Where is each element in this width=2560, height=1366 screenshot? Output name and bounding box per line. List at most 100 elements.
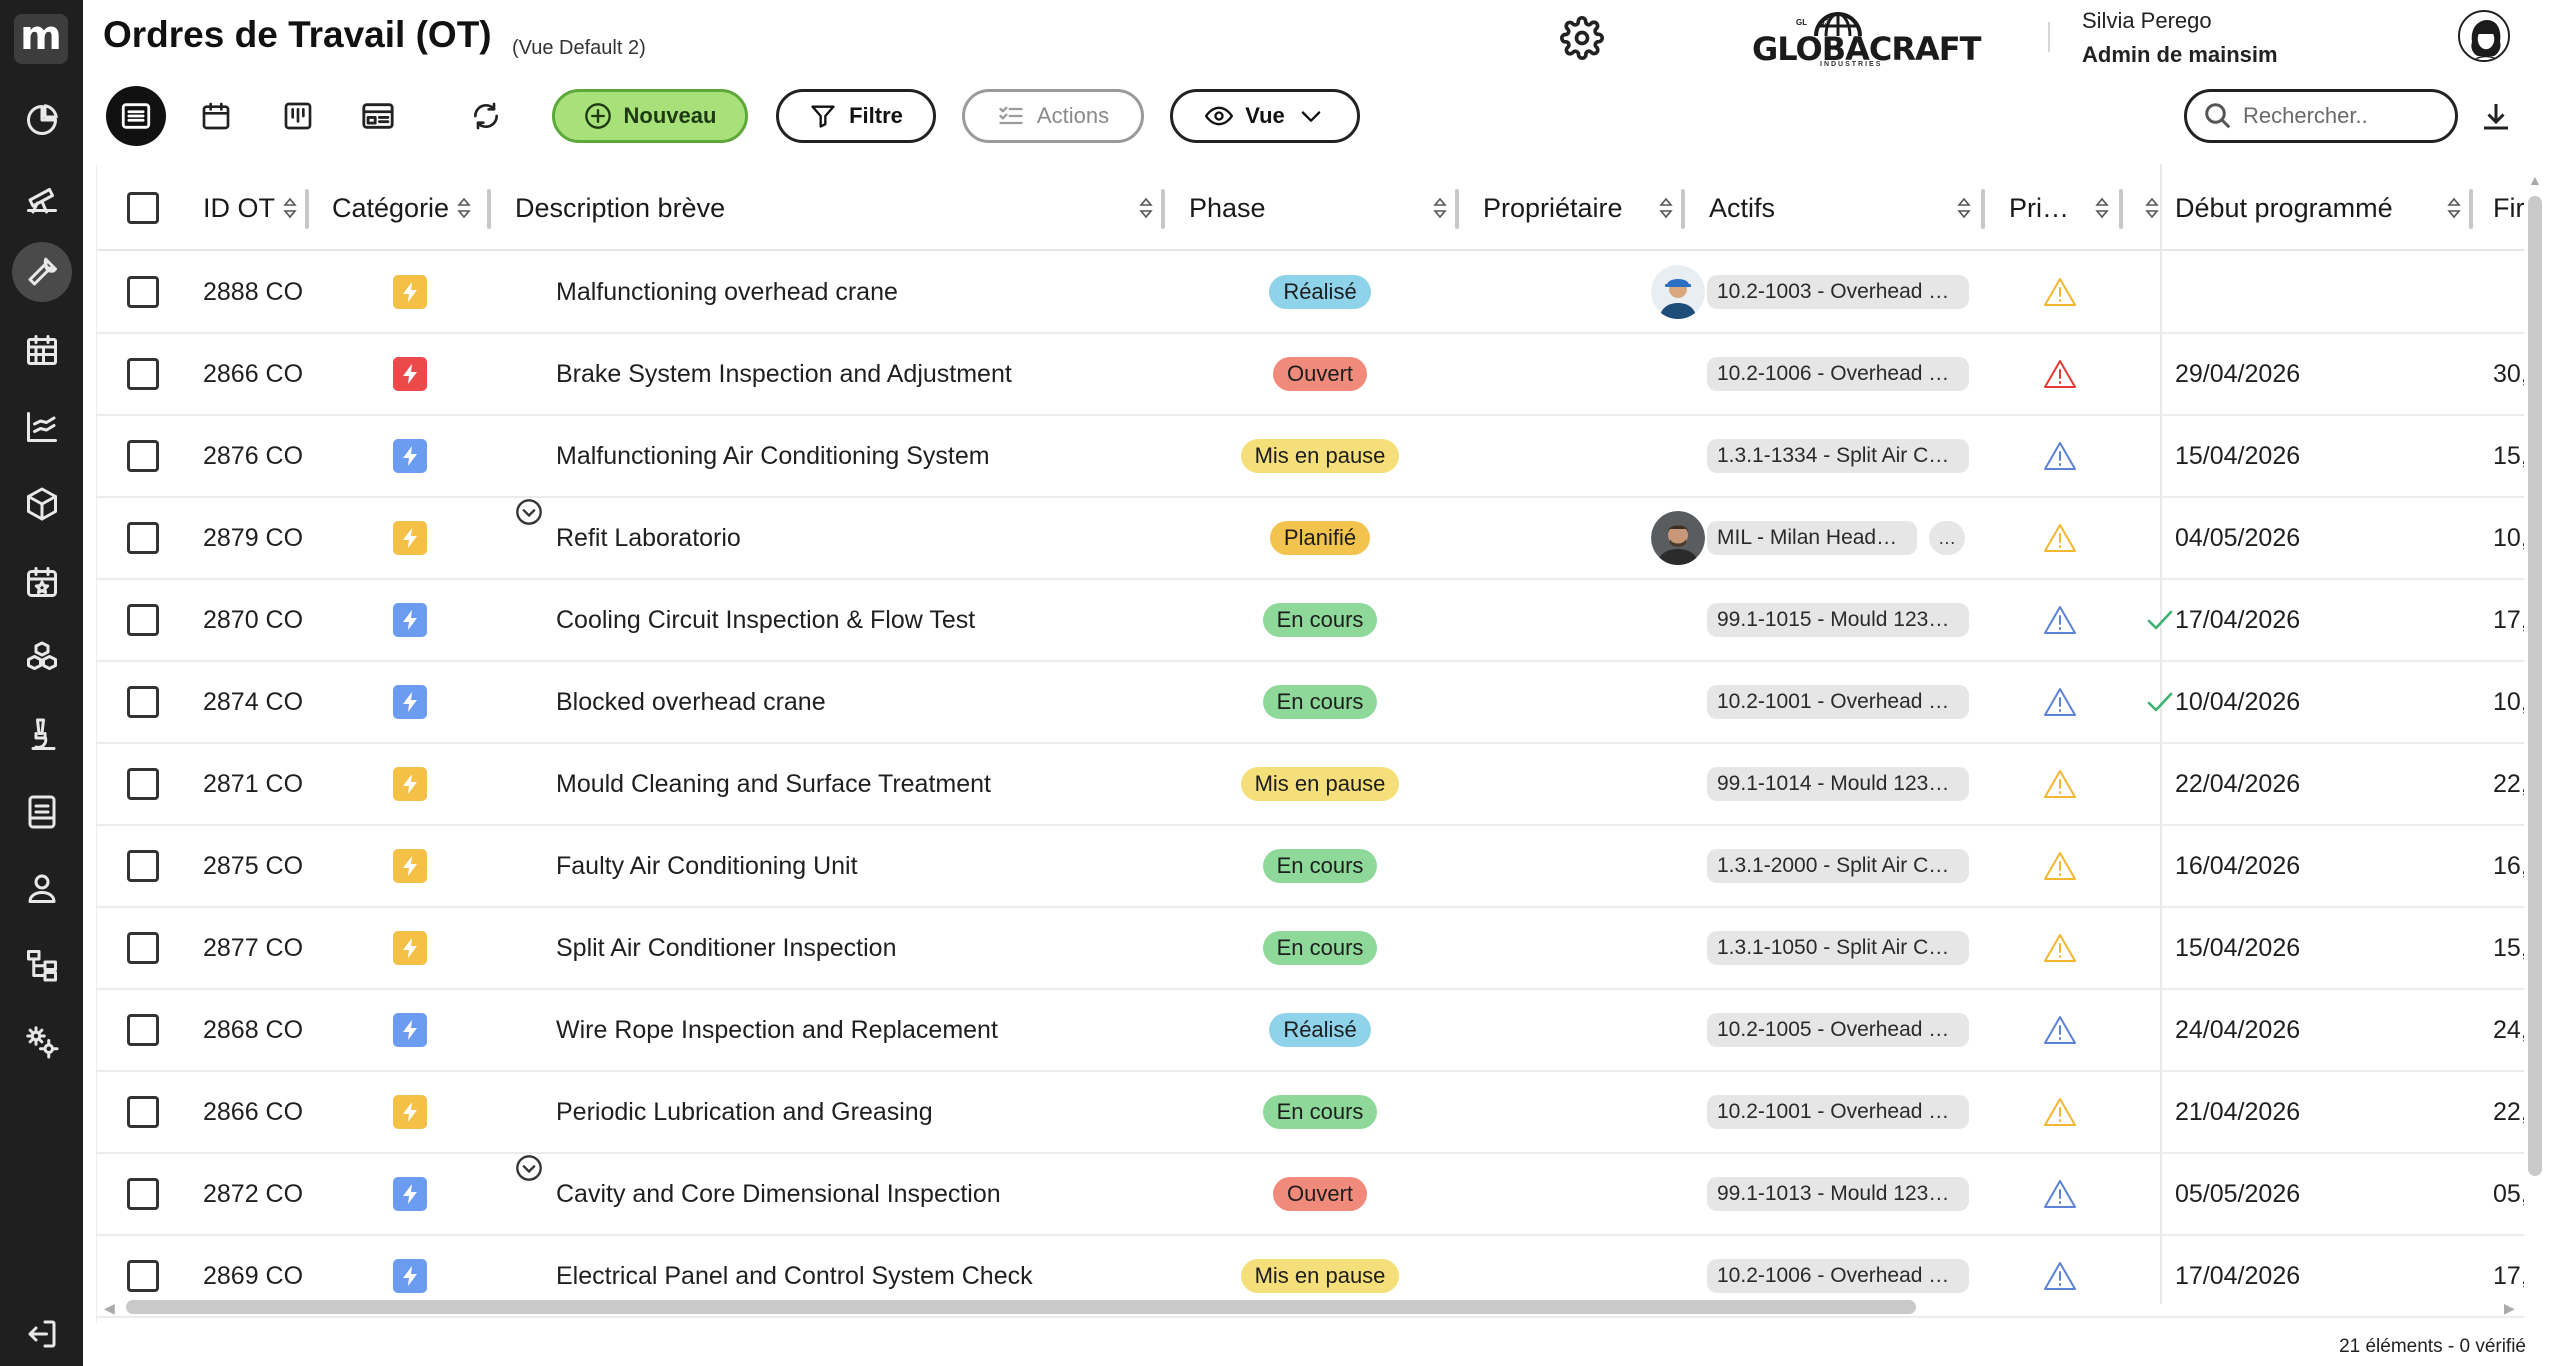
header-end-date[interactable]: Fir [2493, 167, 2524, 249]
calendar-view-button[interactable] [196, 88, 236, 144]
cell-id[interactable]: 2877 CO [203, 908, 303, 988]
header-phase-sort[interactable] [1425, 167, 1447, 249]
column-resizer[interactable] [1681, 189, 1685, 229]
table-row[interactable]: 2866 CO Brake System Inspection and Adjus… [97, 334, 2524, 416]
header-assets-sort[interactable] [1949, 167, 1971, 249]
owner-avatar[interactable] [1651, 265, 1705, 319]
scroll-left-arrow[interactable]: ◀ [104, 1300, 115, 1317]
sort-icon[interactable] [2447, 194, 2461, 222]
column-resizer[interactable] [487, 189, 491, 229]
search-input[interactable] [2243, 103, 2433, 129]
row-checkbox[interactable] [127, 850, 159, 882]
table-row[interactable]: 2875 CO Faulty Air Conditioning Unit En co… [97, 826, 2524, 908]
header-start-date[interactable]: Début programmé [2175, 167, 2393, 249]
owner-avatar[interactable] [1651, 511, 1705, 565]
cell-description[interactable]: Faulty Air Conditioning Unit [556, 826, 858, 906]
row-checkbox[interactable] [127, 1178, 159, 1210]
sidebar-item-documents[interactable] [12, 782, 72, 842]
cell-description[interactable]: Wire Rope Inspection and Replacement [556, 990, 998, 1070]
header-assets[interactable]: Actifs [1709, 167, 1775, 249]
sidebar-item-structure[interactable] [12, 935, 72, 995]
more-assets-button[interactable]: … [1929, 521, 1965, 555]
row-checkbox[interactable] [127, 440, 159, 472]
column-resizer[interactable] [2119, 189, 2123, 229]
column-resizer[interactable] [2469, 189, 2473, 229]
asset-pill[interactable]: 1.3.1-2000 - Split Air C… [1707, 849, 1969, 883]
cell-id[interactable]: 2874 CO [203, 662, 303, 742]
header-check-sort[interactable] [2137, 167, 2159, 249]
sidebar-item-settings[interactable] [12, 1012, 72, 1072]
header-phase[interactable]: Phase [1189, 167, 1266, 249]
kanban-view-button[interactable] [278, 88, 318, 144]
column-resizer[interactable] [1455, 189, 1459, 229]
row-checkbox[interactable] [127, 522, 159, 554]
table-row[interactable]: 2872 CO Cavity and Core Dimensional Inspe… [97, 1154, 2524, 1236]
list-view-button[interactable] [106, 86, 166, 146]
sort-icon[interactable] [2095, 194, 2109, 222]
header-start-sort[interactable] [2439, 167, 2461, 249]
row-checkbox[interactable] [127, 358, 159, 390]
header-description[interactable]: Description brève [515, 167, 725, 249]
asset-pill[interactable]: 99.1-1015 - Mould 123… [1707, 603, 1969, 637]
sort-icon[interactable] [457, 194, 471, 222]
scroll-up-arrow[interactable]: ▲ [2528, 172, 2542, 188]
cell-id[interactable]: 2866 CO [203, 1072, 303, 1152]
row-checkbox[interactable] [127, 1260, 159, 1292]
sidebar-item-inventory[interactable] [12, 474, 72, 534]
cell-description[interactable]: Cavity and Core Dimensional Inspection [556, 1154, 1001, 1234]
search-box[interactable] [2184, 89, 2458, 143]
column-resizer[interactable] [1981, 189, 1985, 229]
column-resizer[interactable] [1161, 189, 1165, 229]
sidebar-item-planning[interactable] [12, 320, 72, 380]
cell-id[interactable]: 2879 CO [203, 498, 303, 578]
asset-pill[interactable]: 10.2-1006 - Overhead … [1707, 357, 1969, 391]
column-resizer[interactable] [305, 189, 309, 229]
cell-id[interactable]: 2871 CO [203, 744, 303, 824]
cell-id[interactable]: 2868 CO [203, 990, 303, 1070]
asset-pill[interactable]: 10.2-1001 - Overhead … [1707, 685, 1969, 719]
table-row[interactable]: 2874 CO Blocked overhead crane En cours 10.… [97, 662, 2524, 744]
table-row[interactable]: 2888 CO Malfunctioning overhead crane Réal… [97, 252, 2524, 334]
filter-button[interactable]: Filtre [776, 89, 936, 143]
asset-pill[interactable]: MIL - Milan Head… [1707, 521, 1917, 555]
asset-pill[interactable]: 10.2-1005 - Overhead … [1707, 1013, 1969, 1047]
header-category[interactable]: Catégorie [332, 167, 471, 249]
header-id[interactable]: ID OT [203, 167, 297, 249]
asset-pill[interactable]: 10.2-1001 - Overhead … [1707, 1095, 1969, 1129]
row-checkbox[interactable] [127, 604, 159, 636]
user-avatar[interactable] [2458, 10, 2510, 62]
row-checkbox[interactable] [127, 1096, 159, 1128]
asset-pill[interactable]: 99.1-1014 - Mould 123… [1707, 767, 1969, 801]
sidebar-item-dashboard[interactable] [12, 90, 72, 150]
cell-description[interactable]: Periodic Lubrication and Greasing [556, 1072, 933, 1152]
sidebar-item-requests[interactable] [12, 167, 72, 227]
sidebar-item-reports[interactable] [12, 397, 72, 457]
header-priority[interactable]: Pri… [2009, 167, 2069, 249]
cell-description[interactable]: Cooling Circuit Inspection & Flow Test [556, 580, 975, 660]
expand-button[interactable] [515, 1154, 543, 1182]
table-row[interactable]: 2866 CO Periodic Lubrication and Greasing… [97, 1072, 2524, 1154]
table-row[interactable]: 2879 CO Refit Laboratorio Planifié MIL - Mi… [97, 498, 2524, 580]
header-owner-sort[interactable] [1651, 167, 1673, 249]
sort-icon[interactable] [283, 194, 297, 222]
asset-pill[interactable]: 10.2-1006 - Overhead … [1707, 1259, 1969, 1293]
row-checkbox[interactable] [127, 276, 159, 308]
cell-id[interactable]: 2870 CO [203, 580, 303, 660]
header-owner[interactable]: Propriétaire [1483, 167, 1623, 249]
app-logo[interactable]: m [14, 14, 68, 64]
export-button[interactable] [2478, 98, 2514, 134]
asset-pill[interactable]: 1.3.1-1050 - Split Air C… [1707, 931, 1969, 965]
table-row[interactable]: 2877 CO Split Air Conditioner Inspection E… [97, 908, 2524, 990]
table-row[interactable]: 2868 CO Wire Rope Inspection and Replacem… [97, 990, 2524, 1072]
asset-pill[interactable]: 1.3.1-1334 - Split Air C… [1707, 439, 1969, 473]
sidebar-item-lab[interactable] [12, 705, 72, 765]
row-checkbox[interactable] [127, 686, 159, 718]
select-all-checkbox[interactable] [127, 192, 159, 224]
sort-icon[interactable] [1957, 194, 1971, 222]
cell-id[interactable]: 2866 CO [203, 334, 303, 414]
refresh-button[interactable] [464, 88, 508, 144]
vertical-scrollbar[interactable] [2528, 196, 2542, 1176]
table-row[interactable]: 2876 CO Malfunctioning Air Conditioning S… [97, 416, 2524, 498]
header-priority-sort[interactable] [2087, 167, 2109, 249]
sort-icon[interactable] [2145, 194, 2159, 222]
